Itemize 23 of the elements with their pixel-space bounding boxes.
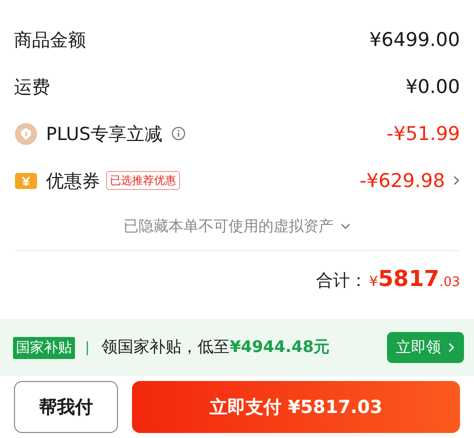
pay-now-button[interactable]: 立即支付 ¥5817.03 bbox=[132, 381, 460, 433]
chevron-right-icon bbox=[448, 342, 455, 353]
subsidy-tag: 国家补贴 bbox=[13, 336, 75, 358]
total-amount: ¥5817.03 bbox=[368, 267, 460, 292]
row-amount: -¥51.99 bbox=[386, 122, 460, 144]
row-amount: -¥629.98 bbox=[360, 170, 445, 192]
chevron-down-icon[interactable] bbox=[340, 222, 350, 230]
row-label: 运费 bbox=[14, 76, 50, 98]
row-amount: ¥0.00 bbox=[406, 76, 460, 98]
info-icon[interactable] bbox=[170, 126, 186, 141]
subsidy-text: 领国家补贴，低至¥4944.48元 bbox=[102, 337, 330, 358]
hidden-assets-note[interactable]: 已隐藏本单不可使用的虚拟资产 bbox=[124, 216, 334, 236]
claim-button[interactable]: 立即领 bbox=[387, 332, 464, 363]
recommended-tag: 已选推荐优惠 bbox=[106, 171, 180, 190]
chevron-right-icon[interactable] bbox=[453, 175, 460, 186]
total-label: 合计： bbox=[316, 270, 368, 292]
badge-icon bbox=[14, 122, 38, 146]
row-label: 优惠券 bbox=[46, 170, 100, 192]
row-label: 商品金额 bbox=[14, 28, 86, 52]
separator: | bbox=[85, 340, 90, 356]
pay-for-me-button[interactable]: 帮我付 bbox=[14, 381, 118, 433]
row-amount: ¥6499.00 bbox=[369, 28, 460, 50]
row-label: PLUS专享立减 bbox=[46, 122, 163, 146]
